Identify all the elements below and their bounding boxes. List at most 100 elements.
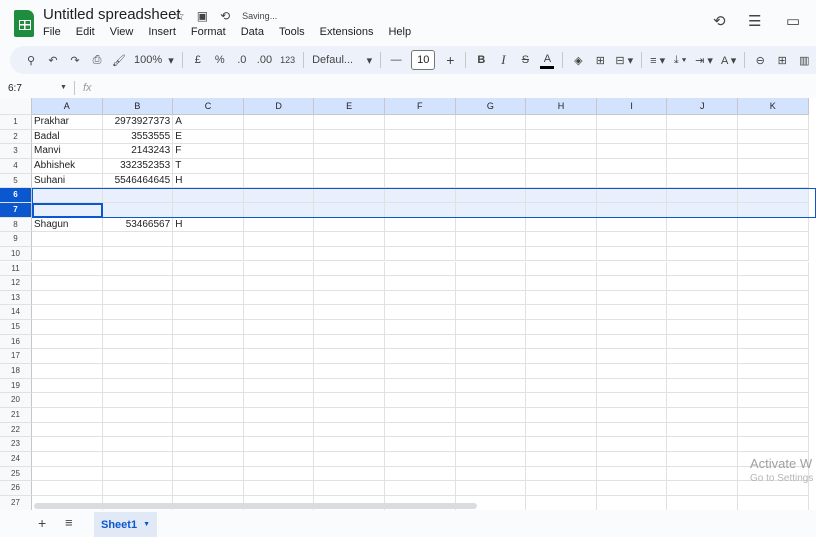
cell-j1[interactable] [667,115,738,130]
cell-d11[interactable] [243,261,315,277]
cell-h14[interactable] [526,305,597,321]
text-rotation-icon[interactable]: A ▾ [721,50,736,70]
cell-c12[interactable] [173,276,244,291]
cell-c4[interactable]: T [173,158,244,174]
cell-i17[interactable] [596,349,668,365]
cell-i20[interactable] [596,393,668,408]
cell-b7[interactable] [102,202,174,218]
font-select[interactable]: Defaul... ▾ [312,50,372,70]
cell-k12[interactable] [738,276,809,291]
cell-g17[interactable] [455,349,527,365]
cell-h26[interactable] [526,481,597,496]
cell-i1[interactable] [596,115,668,130]
cell-d23[interactable] [243,437,315,452]
cell-j20[interactable] [667,393,738,408]
cell-b26[interactable] [102,481,174,496]
fill-color-icon[interactable]: ◈ [571,50,585,70]
row-header-6[interactable]: 6 [0,188,32,203]
cell-e1[interactable] [314,115,385,130]
cell-a17[interactable] [32,349,103,365]
cell-j14[interactable] [667,305,738,321]
print-icon[interactable]: ⎙ [90,50,104,70]
cell-f2[interactable] [385,129,456,145]
cell-f7[interactable] [385,202,456,218]
row-header-7[interactable]: 7 [0,202,32,218]
column-header-h[interactable]: H [526,98,597,115]
merge-cells-icon[interactable]: ⊟ ▾ [615,50,633,70]
cell-k16[interactable] [738,334,809,350]
cell-f12[interactable] [385,276,456,291]
cell-b23[interactable] [102,437,174,452]
cell-e5[interactable] [314,173,385,189]
cell-g25[interactable] [455,466,527,482]
cell-e4[interactable] [314,158,385,174]
cell-i8[interactable] [596,217,668,233]
cell-e20[interactable] [314,393,385,408]
row-header-3[interactable]: 3 [0,144,32,159]
decrease-font-size-icon[interactable]: — [389,50,403,70]
cell-k20[interactable] [738,393,809,408]
cell-h17[interactable] [526,349,597,365]
cell-i4[interactable] [596,158,668,174]
cell-f10[interactable] [385,246,456,262]
cell-j6[interactable] [667,188,738,203]
cell-c8[interactable]: H [173,217,244,233]
cell-j3[interactable] [667,144,738,159]
select-all-corner[interactable] [0,98,32,115]
cell-g24[interactable] [455,451,527,467]
meet-icon[interactable]: ▭ [786,12,800,30]
row-header-12[interactable]: 12 [0,276,32,291]
row-header-17[interactable]: 17 [0,349,32,365]
cell-g4[interactable] [455,158,527,174]
cell-h20[interactable] [526,393,597,408]
cell-d24[interactable] [243,451,315,467]
cell-h7[interactable] [526,202,597,218]
cell-a25[interactable] [32,466,103,482]
menu-data[interactable]: Data [236,26,269,38]
cell-a24[interactable] [32,451,103,467]
cell-h4[interactable] [526,158,597,174]
chevron-down-icon[interactable]: ▼ [60,84,67,91]
cell-f19[interactable] [385,378,456,394]
cell-d3[interactable] [243,144,315,159]
cell-c3[interactable]: F [173,144,244,159]
percent-button[interactable]: % [213,50,227,70]
cell-c15[interactable] [173,320,244,335]
row-header-18[interactable]: 18 [0,364,32,379]
cell-b1[interactable]: 2973927373 [102,115,174,130]
cell-j4[interactable] [667,158,738,174]
column-header-g[interactable]: G [455,98,527,115]
cell-c23[interactable] [173,437,244,452]
cell-k3[interactable] [738,144,809,159]
cell-e7[interactable] [314,202,385,218]
cell-j5[interactable] [667,173,738,189]
cell-i9[interactable] [596,232,668,247]
cell-k15[interactable] [738,320,809,335]
vertical-align-icon[interactable]: ⤓ ▾ [673,50,687,70]
cell-d19[interactable] [243,378,315,394]
cell-a1[interactable]: Prakhar [32,115,103,130]
star-icon[interactable]: ☆ [174,9,185,23]
cell-g5[interactable] [455,173,527,189]
cell-g16[interactable] [455,334,527,350]
cell-f23[interactable] [385,437,456,452]
cell-d13[interactable] [243,290,315,306]
cell-b15[interactable] [102,320,174,335]
more-formats-button[interactable]: 123 [280,50,295,70]
cell-e22[interactable] [314,422,385,438]
cell-d2[interactable] [243,129,315,145]
document-title[interactable]: Untitled spreadsheet [43,6,181,23]
chevron-down-icon[interactable]: ▼ [143,521,150,528]
cell-c5[interactable]: H [173,173,244,189]
cell-c19[interactable] [173,378,244,394]
cell-b12[interactable] [102,276,174,291]
comments-icon[interactable]: ☰ [748,12,761,30]
chart-icon[interactable]: ▥ [797,50,811,70]
cell-k6[interactable] [738,188,809,203]
decrease-decimal-button[interactable]: .0 [235,50,249,70]
cell-b17[interactable] [102,349,174,365]
row-header-14[interactable]: 14 [0,305,32,321]
cell-h6[interactable] [526,188,597,203]
cell-b2[interactable]: 3553555 [102,129,174,145]
cell-c13[interactable] [173,290,244,306]
